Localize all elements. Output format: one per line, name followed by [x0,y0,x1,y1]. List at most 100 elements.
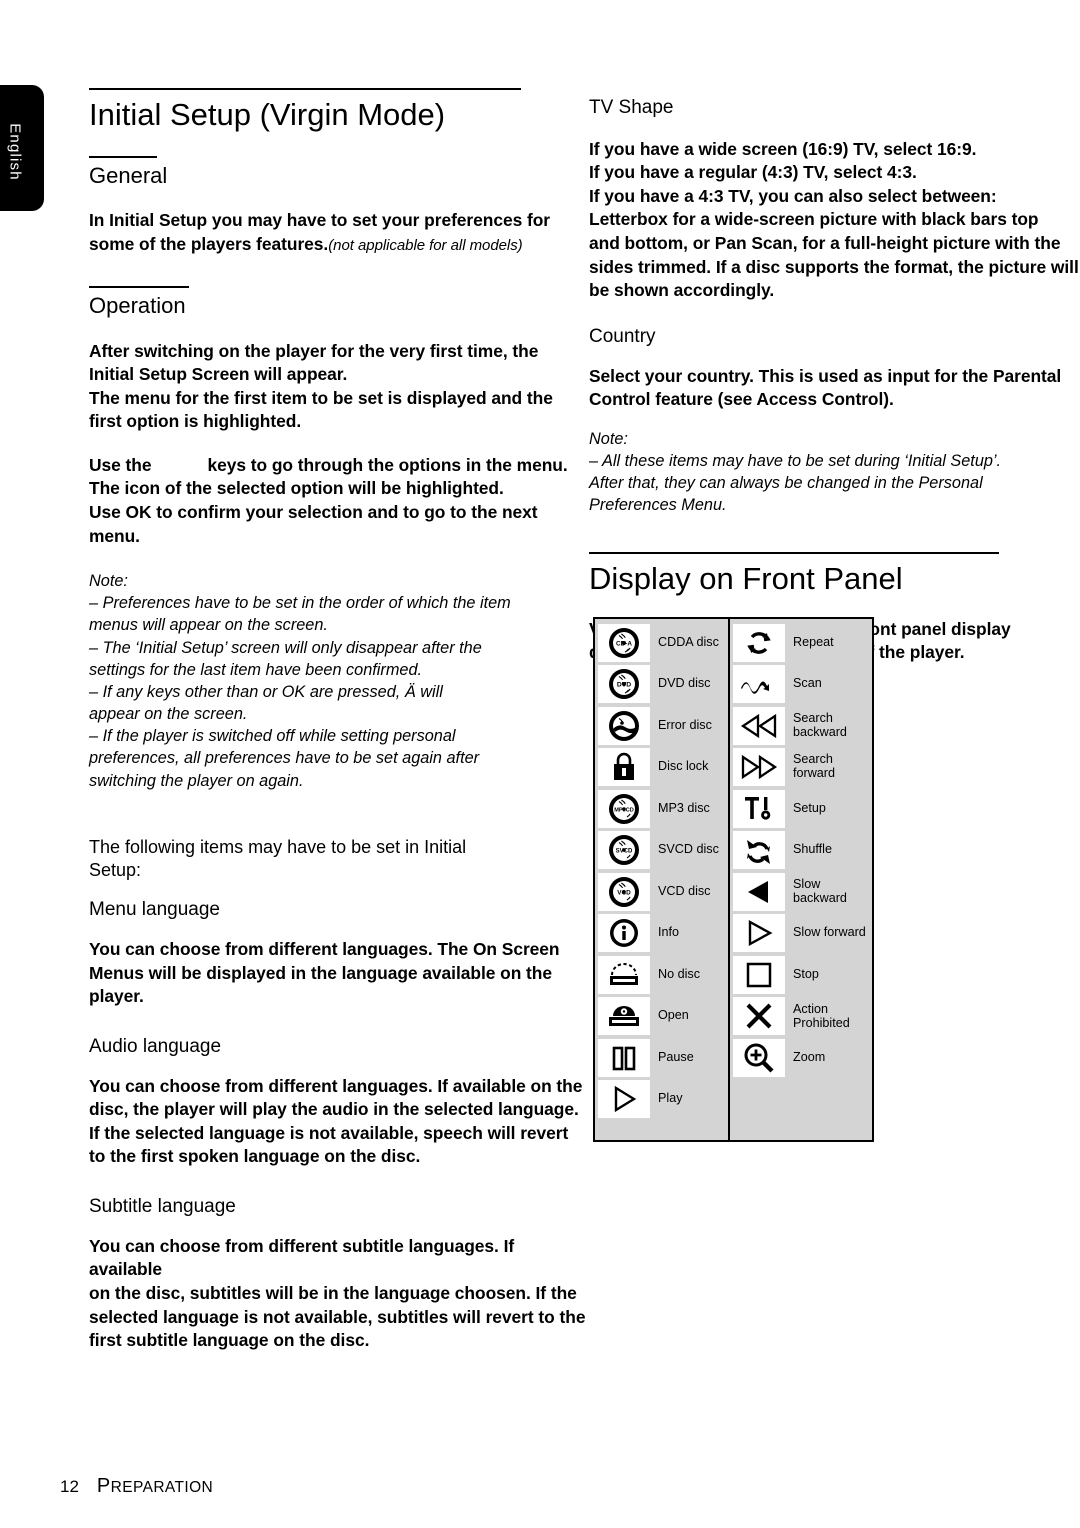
operation-paragraph-1: After switching on the player for the ve… [89,340,589,434]
table-row: Setup [733,788,872,830]
tv-shape-line: sides trimmed. If a disc supports the fo… [589,256,1079,277]
search-forward-icon [733,748,785,787]
icon-label: CDDA disc [658,634,719,649]
icon-label: Setup [793,800,826,815]
error-disc-icon [598,706,650,745]
play-icon [598,1080,650,1119]
action-prohibited-icon [733,997,785,1036]
subtitle-language-line: You can choose from different subtitle l… [89,1235,515,1280]
icon-label: No disc [658,966,700,981]
operation-paragraph-2: Use the keys to go through the options in… [89,454,589,548]
mp3-disc-icon: MP3CD [598,789,650,828]
table-row: SVCD SVCD disc [598,830,728,872]
table-row: Search backward [733,705,872,747]
table-row: Open [598,996,728,1038]
subtitle-language-line: first subtitle language on the disc. [89,1330,370,1351]
icon-label: Info [658,925,680,940]
menu-language-line: player. [89,986,144,1007]
table-row: Info [598,913,728,955]
audio-language-body: You can choose from different languages.… [89,1075,589,1169]
operation-p1-line2: Initial Setup Screen will appear. [89,364,348,385]
note-item-line: – If any keys other than or OK are press… [89,682,443,701]
table-row: Zoom [733,1037,872,1079]
right-column: TV Shape If you have a wide screen (16:9… [589,96,1080,665]
note-item-line: switching the player on again. [89,771,304,790]
following-items-line2: Setup: [89,860,142,881]
table-row: Pause [598,1037,728,1079]
disc-lock-icon [598,748,650,787]
search-backward-icon [733,706,785,745]
operation-p2-line3: Use OK to confirm your selection and to … [89,501,538,522]
svg-text:SVCD: SVCD [616,849,633,855]
note-label: Note: [589,429,628,448]
icon-label: Slow forward [793,925,866,940]
tv-shape-line: Letterbox for a wide-screen picture with… [589,209,1039,230]
icon-table-left-column: CD-A CDDA disc DVD DVD disc Error disc D… [595,619,730,1140]
icon-label: Repeat [793,634,834,649]
table-row: Search forward [733,747,872,789]
subheading-audio-language: Audio language [89,1035,222,1057]
table-row: Disc lock [598,747,728,789]
operation-p2-line1-suffix: keys to go through the options in the me… [207,454,568,475]
audio-language-line: You can choose from different languages.… [89,1075,583,1096]
table-row: Repeat [733,622,872,664]
language-tab: English [0,85,44,211]
setup-icon [733,789,785,828]
audio-language-line: If the selected language is not availabl… [89,1122,569,1143]
tv-shape-line: If you have a regular (4:3) TV, select 4… [589,162,917,183]
menu-language-body: You can choose from different languages.… [89,938,589,1009]
subheading-subtitle-language: Subtitle language [89,1196,236,1218]
note-item-line: – If the player is switched off while se… [89,727,456,746]
vcd-disc-icon: VCD [598,872,650,911]
dvd-disc-icon: DVD [598,665,650,704]
icon-label: Search forward [793,752,835,781]
menu-language-line: You can choose from different languages.… [89,939,560,960]
open-tray-icon [598,997,650,1036]
svg-text:CD-A: CD-A [616,640,632,647]
icon-label: Shuffle [793,842,832,857]
subheading-country: Country [589,325,656,347]
icon-label: Error disc [658,717,712,732]
subheading-tv-shape: TV Shape [589,97,674,118]
table-row: Error disc [598,705,728,747]
footer-title-rest: REPARATION [110,1479,214,1496]
note-item-line: – The ‘Initial Setup’ screen will only d… [89,638,482,657]
section-heading-operation: Operation [89,286,189,319]
front-panel-icon-table: CD-A CDDA disc DVD DVD disc Error disc D… [593,617,874,1142]
page-number: 12 [60,1477,79,1496]
note-item-line: preferences, all preferences have to be … [89,749,480,768]
subtitle-language-line: on the disc, subtitles will be in the la… [89,1282,577,1303]
icon-label: Scan [793,676,822,691]
subheading-menu-language: Menu language [89,899,220,921]
table-row: DVD DVD disc [598,664,728,706]
info-icon [598,914,650,953]
operation-p1-line3: The menu for the first item to be set is… [89,387,553,408]
country-body: Select your country. This is used as inp… [589,365,1080,412]
country-line: Select your country. This is used as inp… [589,365,1062,386]
table-row: No disc [598,954,728,996]
note-block-right: Note: – All these items may have to be s… [589,428,1080,517]
operation-p2-line2: The icon of the selected option will be … [89,478,504,499]
note-item-line: – Preferences have to be set in the orde… [89,594,511,613]
icon-label: Open [658,1008,689,1023]
tv-shape-body: If you have a wide screen (16:9) TV, sel… [589,138,1080,303]
general-body: In Initial Setup you may have to set you… [89,209,589,256]
action-prohibited-label-line1: Action [793,1002,829,1017]
icon-label: DVD disc [658,676,711,691]
slow-backward-icon [733,872,785,911]
table-row: MP3CD MP3 disc [598,788,728,830]
note-item-line: settings for the last item have been con… [89,660,423,679]
icon-label: Action Prohibited [785,1002,850,1030]
left-column: Initial Setup (Virgin Mode) General In I… [89,88,589,1353]
page-title: Initial Setup (Virgin Mode) [89,88,521,134]
stop-icon [733,955,785,994]
operation-p2-line4: menu. [89,525,140,546]
icon-label: Disc lock [658,759,709,774]
operation-p2-line1-prefix: Use the [89,454,152,475]
table-row: Play [598,1079,728,1121]
cdda-disc-icon: CD-A [598,623,650,662]
icon-label: Slow backward [793,876,847,905]
icon-label: Search backward [793,710,847,739]
country-line: Control feature (see Access Control). [589,389,894,410]
icon-label: Stop [793,966,819,981]
